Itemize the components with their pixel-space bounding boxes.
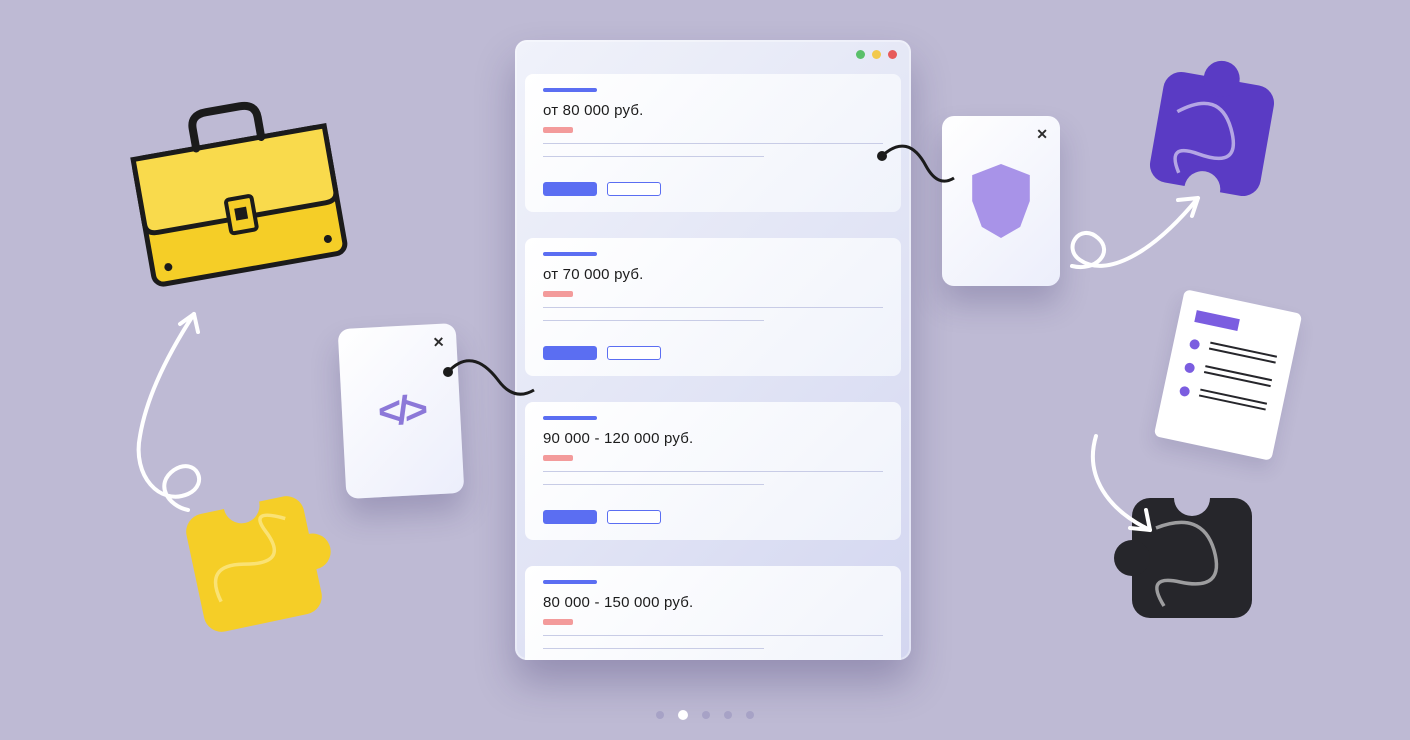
pagination-dots[interactable] xyxy=(656,711,754,720)
description-placeholder xyxy=(543,143,883,168)
description-placeholder xyxy=(543,635,883,660)
pagination-dot[interactable] xyxy=(656,711,664,719)
details-button[interactable] xyxy=(607,182,661,196)
job-card[interactable]: 90 000 - 120 000 руб. xyxy=(525,402,901,540)
job-card[interactable]: от 70 000 руб. xyxy=(525,238,901,376)
apply-button[interactable] xyxy=(543,182,597,196)
close-icon[interactable]: ✕ xyxy=(432,334,445,352)
apply-button[interactable] xyxy=(543,510,597,524)
job-card[interactable]: 80 000 - 150 000 руб. xyxy=(525,566,901,660)
arrow-right-down xyxy=(1078,428,1198,548)
window-controls xyxy=(856,50,897,59)
close-icon[interactable]: ✕ xyxy=(1036,126,1048,143)
window-minimize-icon[interactable] xyxy=(856,50,865,59)
salary-text: 80 000 - 150 000 руб. xyxy=(543,594,883,611)
description-placeholder xyxy=(543,471,883,496)
job-card[interactable]: от 80 000 руб. xyxy=(525,74,901,212)
job-listings-window: от 80 000 руб. от 70 000 руб. 90 000 - 1… xyxy=(515,40,911,660)
connector-shield xyxy=(872,138,962,198)
pagination-dot[interactable] xyxy=(702,711,710,719)
connector-code xyxy=(442,350,542,410)
code-icon: </> xyxy=(377,387,425,434)
company-badge xyxy=(543,619,573,625)
pagination-dot[interactable] xyxy=(724,711,732,719)
company-badge xyxy=(543,455,573,461)
window-close-icon[interactable] xyxy=(888,50,897,59)
apply-button[interactable] xyxy=(543,346,597,360)
shield-icon xyxy=(969,164,1033,238)
briefcase-icon xyxy=(118,83,356,297)
details-button[interactable] xyxy=(607,346,661,360)
salary-text: от 80 000 руб. xyxy=(543,102,883,119)
arrow-left xyxy=(116,288,246,528)
description-placeholder xyxy=(543,307,883,332)
arrow-right-up xyxy=(1064,170,1224,290)
company-badge xyxy=(543,127,573,133)
job-title-placeholder xyxy=(543,580,597,584)
salary-text: 90 000 - 120 000 руб. xyxy=(543,430,883,447)
company-badge xyxy=(543,291,573,297)
job-title-placeholder xyxy=(543,88,597,92)
pagination-dot[interactable] xyxy=(678,710,688,720)
pagination-dot[interactable] xyxy=(746,711,754,719)
salary-text: от 70 000 руб. xyxy=(543,266,883,283)
job-title-placeholder xyxy=(543,252,597,256)
job-title-placeholder xyxy=(543,416,597,420)
window-zoom-icon[interactable] xyxy=(872,50,881,59)
details-button[interactable] xyxy=(607,510,661,524)
